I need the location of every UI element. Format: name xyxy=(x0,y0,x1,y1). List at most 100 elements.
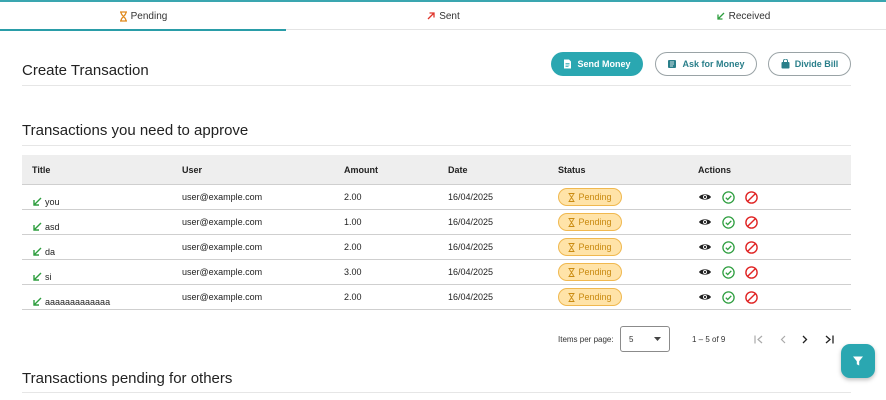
approve-check-icon[interactable] xyxy=(722,215,735,229)
arrow-down-left-icon xyxy=(33,222,42,231)
view-eye-icon[interactable] xyxy=(698,267,712,277)
status-badge: Pending xyxy=(558,288,622,306)
row-date: 16/04/2025 xyxy=(448,292,494,302)
row-title: da xyxy=(45,247,56,257)
send-money-button[interactable]: Send Money xyxy=(551,52,643,76)
row-date: 16/04/2025 xyxy=(448,267,494,277)
table-row: aaaaaaaaaaaaa user@example.com 2.00 16/0… xyxy=(22,285,851,310)
next-page-icon[interactable] xyxy=(802,335,808,344)
send-money-label: Send Money xyxy=(577,59,631,69)
status-badge-label: Pending xyxy=(578,267,612,277)
approve-section-title: Transactions you need to approve xyxy=(22,122,249,139)
hourglass-icon xyxy=(568,217,575,227)
view-eye-icon[interactable] xyxy=(698,292,712,302)
row-amount: 3.00 xyxy=(344,267,362,277)
column-header-title[interactable]: Title xyxy=(22,165,182,175)
table-row: da user@example.com 2.00 16/04/2025 Pend… xyxy=(22,235,851,260)
table-header: Title User Amount Date Status Actions xyxy=(22,155,851,185)
paginator: Items per page: 5 1 – 5 of 9 xyxy=(558,326,858,352)
column-header-status[interactable]: Status xyxy=(558,165,698,175)
hourglass-icon xyxy=(568,267,575,277)
row-user: user@example.com xyxy=(182,192,263,202)
ask-for-money-button[interactable]: Ask for Money xyxy=(655,52,757,76)
status-badge: Pending xyxy=(558,188,622,206)
row-amount: 2.00 xyxy=(344,192,362,202)
tab-sent[interactable]: Sent xyxy=(286,2,600,30)
reject-block-icon[interactable] xyxy=(745,265,758,279)
status-badge-label: Pending xyxy=(578,192,612,202)
row-user: user@example.com xyxy=(182,242,263,252)
table-row: you user@example.com 2.00 16/04/2025 Pen… xyxy=(22,185,851,210)
row-user: user@example.com xyxy=(182,217,263,227)
arrow-down-left-icon xyxy=(33,197,42,206)
caret-down-icon xyxy=(654,337,661,341)
status-badge-label: Pending xyxy=(578,217,612,227)
status-badge: Pending xyxy=(558,263,622,281)
tab-received-label: Received xyxy=(728,10,771,22)
first-page-icon[interactable] xyxy=(754,335,764,344)
row-date: 16/04/2025 xyxy=(448,217,494,227)
column-header-date[interactable]: Date xyxy=(448,165,558,175)
row-date: 16/04/2025 xyxy=(448,192,494,202)
approve-check-icon[interactable] xyxy=(722,240,735,254)
status-badge-label: Pending xyxy=(578,242,612,252)
arrow-down-left-icon xyxy=(33,247,42,256)
reject-block-icon[interactable] xyxy=(745,240,758,254)
ask-for-money-label: Ask for Money xyxy=(682,59,745,69)
row-amount: 2.00 xyxy=(344,242,362,252)
prev-page-icon[interactable] xyxy=(780,335,786,344)
row-date: 16/04/2025 xyxy=(448,242,494,252)
items-per-page-label: Items per page: xyxy=(558,334,614,344)
reject-block-icon[interactable] xyxy=(745,215,758,229)
column-header-actions: Actions xyxy=(698,164,732,175)
approve-check-icon[interactable] xyxy=(722,190,735,204)
reject-block-icon[interactable] xyxy=(745,290,758,304)
arrow-down-left-icon xyxy=(33,272,42,281)
document-icon xyxy=(564,59,572,69)
approve-check-icon[interactable] xyxy=(722,265,735,279)
reject-block-icon[interactable] xyxy=(745,190,758,204)
filter-button[interactable] xyxy=(841,344,875,378)
tab-pending-label: Pending xyxy=(130,10,168,22)
table-row: si user@example.com 3.00 16/04/2025 Pend… xyxy=(22,260,851,285)
divide-bill-button[interactable]: Divide Bill xyxy=(768,52,851,76)
others-section-title: Transactions pending for others xyxy=(22,370,233,387)
page-range-label: 1 – 5 of 9 xyxy=(692,334,726,344)
tab-pending[interactable]: Pending xyxy=(0,2,286,31)
arrow-down-left-icon xyxy=(33,297,42,306)
approve-table: Title User Amount Date Status Actions yo… xyxy=(22,155,851,310)
hourglass-icon xyxy=(119,10,127,22)
status-badge-label: Pending xyxy=(578,292,612,302)
row-title: si xyxy=(45,272,52,282)
items-per-page-select[interactable]: 5 xyxy=(620,326,670,352)
items-per-page-value: 5 xyxy=(629,334,634,344)
last-page-icon[interactable] xyxy=(824,335,834,344)
bag-icon xyxy=(781,59,790,69)
column-header-amount[interactable]: Amount xyxy=(344,165,448,175)
row-user: user@example.com xyxy=(182,292,263,302)
page-nav xyxy=(754,335,834,344)
row-title: you xyxy=(45,197,60,207)
table-row: asd user@example.com 1.00 16/04/2025 Pen… xyxy=(22,210,851,235)
approve-check-icon[interactable] xyxy=(722,290,735,304)
row-user: user@example.com xyxy=(182,267,263,277)
view-eye-icon[interactable] xyxy=(698,192,712,202)
status-badge: Pending xyxy=(558,238,622,256)
view-eye-icon[interactable] xyxy=(698,242,712,252)
divide-bill-label: Divide Bill xyxy=(794,59,839,69)
hourglass-icon xyxy=(568,292,575,302)
tab-received[interactable]: Received xyxy=(600,2,886,30)
arrow-up-right-icon xyxy=(427,12,435,20)
divider xyxy=(22,392,851,393)
hourglass-icon xyxy=(568,242,575,252)
row-title: aaaaaaaaaaaaa xyxy=(45,297,111,307)
create-transaction-section: Create Transaction Send Money Ask for Mo… xyxy=(22,50,851,86)
tab-bar: Pending Sent Received xyxy=(0,2,886,31)
view-eye-icon[interactable] xyxy=(698,217,712,227)
filter-icon xyxy=(853,356,863,366)
tab-sent-label: Sent xyxy=(439,10,460,22)
column-header-user[interactable]: User xyxy=(182,165,344,175)
arrow-down-left-icon xyxy=(716,12,725,20)
book-icon xyxy=(668,60,677,68)
row-amount: 1.00 xyxy=(344,217,362,227)
